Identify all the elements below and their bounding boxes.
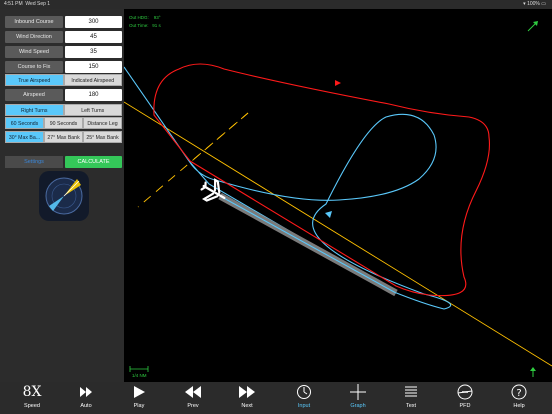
bank-27-option[interactable]: 27° Max Bank xyxy=(44,131,83,143)
wind-direction-field[interactable]: 45 xyxy=(65,31,122,43)
wind-direction-label: Wind Direction xyxy=(5,31,63,43)
left-turns-option[interactable]: Left Turns xyxy=(63,104,122,116)
tab-help[interactable]: ? Help xyxy=(499,384,539,412)
tab-play[interactable]: Play xyxy=(119,384,159,412)
tab-next[interactable]: Next xyxy=(227,384,267,412)
leg-distance-option[interactable]: Distance Leg xyxy=(83,117,122,129)
wind-speed-row: Wind Speed 35 xyxy=(5,46,122,58)
wind-indicator-icon xyxy=(530,367,536,377)
wind-speed-label: Wind Speed xyxy=(5,46,63,58)
scale-bar xyxy=(129,366,149,372)
status-time: 4:51 PM Wed Sep 1 xyxy=(4,1,51,7)
inbound-course-field[interactable]: 300 xyxy=(65,16,122,28)
help-icon: ? xyxy=(499,384,539,400)
bank-30-option[interactable]: 30° Max Ba... xyxy=(5,131,44,143)
scale-label: 1/4 NM xyxy=(132,373,147,378)
play-icon xyxy=(119,384,159,400)
tab-speed[interactable]: 8X Speed xyxy=(12,384,52,412)
inbound-arrow xyxy=(325,211,332,218)
airspeed-row: Airspeed 180 xyxy=(5,89,122,101)
course-to-fix-field[interactable]: 150 xyxy=(65,61,122,73)
calculate-button[interactable]: CALCULATE xyxy=(65,156,122,168)
graph-crosshair-icon xyxy=(338,384,378,400)
app-logo-icon xyxy=(39,171,89,221)
auto-forward-icon xyxy=(66,384,106,400)
input-clock-icon xyxy=(284,384,324,400)
rewind-icon xyxy=(173,384,213,400)
tab-prev[interactable]: Prev xyxy=(173,384,213,412)
wind-direction-row: Wind Direction 45 xyxy=(5,31,122,43)
no-wind-track xyxy=(124,66,452,310)
bank-25-option[interactable]: 25° Max Bank xyxy=(83,131,122,143)
north-arrow-icon xyxy=(527,21,538,32)
tab-auto[interactable]: Auto xyxy=(66,384,106,412)
bottom-toolbar: 8X Speed Auto Play Prev Next Input Graph… xyxy=(0,382,552,414)
tab-input[interactable]: Input xyxy=(284,384,324,412)
tab-graph[interactable]: Graph xyxy=(338,384,378,412)
settings-button[interactable]: Settings xyxy=(5,156,63,168)
right-turns-option[interactable]: Right Turns xyxy=(5,104,64,116)
leg-90-seconds-option[interactable]: 90 Seconds xyxy=(44,117,83,129)
leg-60-seconds-option[interactable]: 60 Seconds xyxy=(5,117,44,129)
course-to-fix-label: Course to Fix xyxy=(5,61,63,73)
action-buttons: Settings CALCULATE xyxy=(5,156,122,168)
attitude-indicator-icon xyxy=(445,384,485,400)
text-list-icon xyxy=(391,384,431,400)
wind-direction-arrow xyxy=(335,80,341,86)
status-bar: 4:51 PM Wed Sep 1 ▾ 100% ▭ xyxy=(0,0,552,9)
fast-forward-icon xyxy=(227,384,267,400)
turn-direction-toggle: Right Turns Left Turns xyxy=(5,104,122,116)
input-panel: Inbound Course 300 Wind Direction 45 Win… xyxy=(0,9,124,382)
holding-pattern-map[interactable]: Out HDG: 93° Out Time: 91 s 1/4 NM xyxy=(124,9,552,382)
course-line xyxy=(124,101,552,367)
tab-text[interactable]: Text xyxy=(391,384,431,412)
status-battery: ▾ 100% ▭ xyxy=(523,1,546,7)
airspeed-field[interactable]: 180 xyxy=(65,89,122,101)
airspeed-type-toggle: True Airspeed Indicated Airspeed xyxy=(5,74,122,86)
airspeed-label: Airspeed xyxy=(5,89,63,101)
wind-track xyxy=(153,63,491,297)
tab-pfd[interactable]: PFD xyxy=(445,384,485,412)
inbound-course-label: Inbound Course xyxy=(5,16,63,28)
true-airspeed-option[interactable]: True Airspeed xyxy=(5,74,64,86)
aircraft-icon xyxy=(200,178,226,202)
svg-text:?: ? xyxy=(516,388,521,399)
indicated-airspeed-option[interactable]: Indicated Airspeed xyxy=(63,74,122,86)
course-to-fix-row: Course to Fix 150 xyxy=(5,61,122,73)
wind-speed-field[interactable]: 35 xyxy=(65,46,122,58)
leg-type-toggle: 60 Seconds 90 Seconds Distance Leg xyxy=(5,117,122,129)
max-bank-toggle: 30° Max Ba... 27° Max Bank 25° Max Bank xyxy=(5,131,122,143)
inbound-course-row: Inbound Course 300 xyxy=(5,16,122,28)
speed-icon: 8X xyxy=(22,384,42,400)
